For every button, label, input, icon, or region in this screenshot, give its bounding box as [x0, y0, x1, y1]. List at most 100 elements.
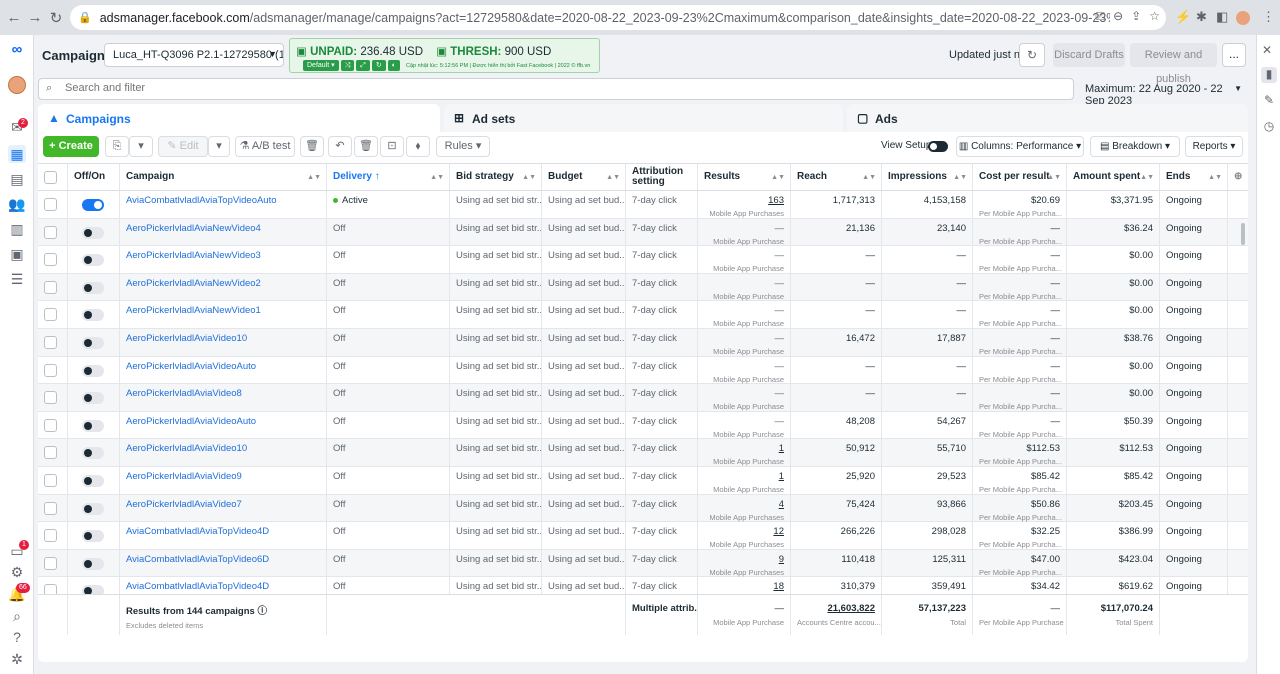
- campaign-link[interactable]: AeroPickerlvladlAviaVideo10: [126, 443, 247, 454]
- campaign-link[interactable]: AeroPickerlvladlAviaNewVideo1: [126, 305, 261, 316]
- view-setup-toggle[interactable]: [928, 141, 948, 152]
- campaign-link[interactable]: AviaCombatlvladlAviaTopVideo4D: [126, 526, 269, 537]
- duplicate-dropdown[interactable]: ▾: [129, 136, 153, 157]
- col-reach[interactable]: Reach ▲▼: [791, 164, 882, 192]
- shuffle-icon[interactable]: ⤨: [340, 60, 355, 71]
- url-text[interactable]: adsmanager.facebook.com/adsmanager/manag…: [100, 11, 1110, 25]
- cast-icon[interactable]: ⎚: [1096, 9, 1106, 24]
- row-toggle-cell[interactable]: [68, 384, 120, 412]
- table-row[interactable]: AviaCombatlvladlAviaTopVideo4D Off Using a…: [38, 522, 1248, 550]
- settings-gear-icon[interactable]: ⚙: [8, 563, 26, 581]
- columns-button[interactable]: ▥ Columns: Performance ▾: [956, 136, 1084, 157]
- audiences-icon[interactable]: 👥: [8, 195, 26, 213]
- tag-icon[interactable]: ⬧: [406, 136, 430, 157]
- row-checkbox-cell[interactable]: [38, 218, 68, 246]
- tab-campaigns[interactable]: ▲ Campaigns: [38, 104, 440, 133]
- search-input[interactable]: [65, 82, 965, 94]
- campaign-name-cell[interactable]: AeroPickerlvladlAviaVideo10: [120, 439, 327, 467]
- row-checkbox-cell[interactable]: [38, 329, 68, 356]
- undo-icon[interactable]: ↶: [328, 136, 352, 157]
- row-checkbox[interactable]: [44, 529, 57, 543]
- row-checkbox-cell[interactable]: [38, 273, 68, 301]
- campaign-name-cell[interactable]: AeroPickerlvladlAviaNewVideo3: [120, 246, 327, 274]
- reload-icon[interactable]: ↻: [46, 9, 66, 27]
- campaign-name-cell[interactable]: AeroPickerlvladlAviaVideoAuto: [120, 411, 327, 439]
- campaign-toggle[interactable]: [82, 337, 104, 349]
- row-toggle-cell[interactable]: [68, 273, 120, 301]
- close-panel-icon[interactable]: ✕: [1262, 43, 1272, 57]
- select-all-checkbox[interactable]: [44, 171, 57, 184]
- campaign-name-cell[interactable]: AeroPickerlvladlAviaNewVideo1: [120, 301, 327, 329]
- profile-avatar[interactable]: [1236, 11, 1250, 25]
- row-toggle-cell[interactable]: [68, 356, 120, 384]
- row-checkbox-cell[interactable]: [38, 439, 68, 467]
- campaign-toggle[interactable]: [82, 309, 104, 322]
- row-checkbox-cell[interactable]: [38, 411, 68, 439]
- help-icon[interactable]: ?: [8, 628, 26, 646]
- bookmark-star-icon[interactable]: ☆: [1149, 9, 1160, 24]
- campaign-link[interactable]: AviaCombatlvladlAviaTopVideoAuto: [126, 195, 277, 206]
- browser-menu-icon[interactable]: ⋮: [1262, 9, 1275, 25]
- chart-icon[interactable]: ▮: [1261, 67, 1277, 83]
- delete-icon[interactable]: 🗑: [354, 136, 378, 157]
- campaign-link[interactable]: AeroPickerlvladlAviaNewVideo3: [126, 250, 261, 261]
- table-row[interactable]: AviaCombatlvladlAviaTopVideo6D Off Using a…: [38, 549, 1248, 578]
- campaign-toggle[interactable]: [82, 226, 104, 239]
- add-column-icon[interactable]: ⊕: [1228, 164, 1248, 192]
- sync-icon[interactable]: ↻: [371, 60, 386, 71]
- table-row[interactable]: AeroPickerlvladlAviaNewVideo1 Off Using ad…: [38, 301, 1248, 329]
- table-row[interactable]: AeroPickerlvladlAviaNewVideo3 Off Using ad…: [38, 246, 1248, 274]
- row-checkbox[interactable]: [44, 198, 57, 211]
- col-amount-spent[interactable]: Amount spent ▲▼: [1067, 164, 1160, 192]
- row-toggle-cell[interactable]: [68, 329, 120, 356]
- billing-icon[interactable]: ▣: [8, 245, 26, 263]
- col-budget[interactable]: Budget ▲▼: [542, 164, 626, 192]
- row-toggle-cell[interactable]: [68, 467, 120, 494]
- zoom-icon[interactable]: ⊖: [1113, 9, 1123, 24]
- row-checkbox-cell[interactable]: [38, 467, 68, 494]
- campaign-name-cell[interactable]: AeroPickerlvladlAviaNewVideo4: [120, 218, 327, 246]
- hide-icon[interactable]: ◐: [387, 60, 400, 71]
- table-row[interactable]: AeroPickerlvladlAviaVideo8 Off Using ad se…: [38, 384, 1248, 412]
- col-bid-strategy[interactable]: Bid strategy ▲▼: [450, 164, 542, 192]
- campaign-link[interactable]: AeroPickerlvladlAviaVideo7: [126, 499, 242, 510]
- row-checkbox-cell[interactable]: [38, 191, 68, 218]
- tab-ad-sets[interactable]: ⊞ Ad sets: [444, 104, 843, 132]
- refresh-button[interactable]: ↻: [1019, 43, 1045, 67]
- campaign-name-cell[interactable]: AeroPickerlvladlAviaVideo9: [120, 467, 327, 494]
- row-toggle-cell[interactable]: [68, 191, 120, 218]
- row-checkbox[interactable]: [44, 253, 57, 267]
- discard-drafts-button[interactable]: Discard Drafts: [1053, 43, 1125, 67]
- campaign-toggle[interactable]: [82, 557, 104, 570]
- row-checkbox-cell[interactable]: [38, 356, 68, 384]
- col-impressions[interactable]: Impressions ▲▼: [882, 164, 973, 192]
- row-toggle-cell[interactable]: [68, 301, 120, 329]
- reports-button[interactable]: Reports ▾: [1185, 136, 1243, 157]
- account-selector[interactable]: Luca_HT-Q3096 P2.1-12729580 (1272...▼: [104, 43, 284, 67]
- col-offon[interactable]: Off/On: [68, 164, 120, 192]
- preview-icon[interactable]: ⊡: [380, 136, 404, 157]
- table-row[interactable]: AeroPickerlvladlAviaVideoAuto Off Using ad…: [38, 411, 1248, 440]
- extension-bolt-icon[interactable]: ⚡: [1175, 9, 1191, 25]
- col-results[interactable]: Results ▲▼: [698, 164, 791, 192]
- table-scrollbar[interactable]: [1241, 223, 1245, 245]
- campaign-toggle[interactable]: [82, 502, 104, 515]
- sidepanel-icon[interactable]: ◧: [1216, 9, 1228, 25]
- rules-button[interactable]: Rules ▾: [436, 136, 490, 157]
- table-row[interactable]: AeroPickerlvladlAviaNewVideo4 Off Using ad…: [38, 218, 1248, 247]
- row-checkbox[interactable]: [44, 225, 57, 239]
- share-icon[interactable]: ⇪: [1131, 9, 1141, 24]
- row-toggle-cell[interactable]: [68, 522, 120, 550]
- col-campaign[interactable]: Campaign ▲▼: [120, 164, 327, 192]
- col-attribution[interactable]: Attribution setting: [626, 164, 698, 192]
- row-checkbox[interactable]: [44, 446, 57, 460]
- campaign-link[interactable]: AeroPickerlvladlAviaNewVideo4: [126, 223, 261, 234]
- campaign-toggle[interactable]: [82, 281, 104, 294]
- row-checkbox-cell[interactable]: [38, 246, 68, 274]
- search-filter-bar[interactable]: ⌕: [38, 78, 1074, 100]
- ab-test-button[interactable]: ⚗ A/B test: [235, 136, 295, 157]
- row-checkbox[interactable]: [44, 474, 57, 487]
- pages-icon[interactable]: ▤: [8, 170, 26, 188]
- campaign-link[interactable]: AviaCombatlvladlAviaTopVideo6D: [126, 554, 269, 565]
- table-row[interactable]: AviaCombatlvladlAviaTopVideoAuto Active Us…: [38, 191, 1248, 219]
